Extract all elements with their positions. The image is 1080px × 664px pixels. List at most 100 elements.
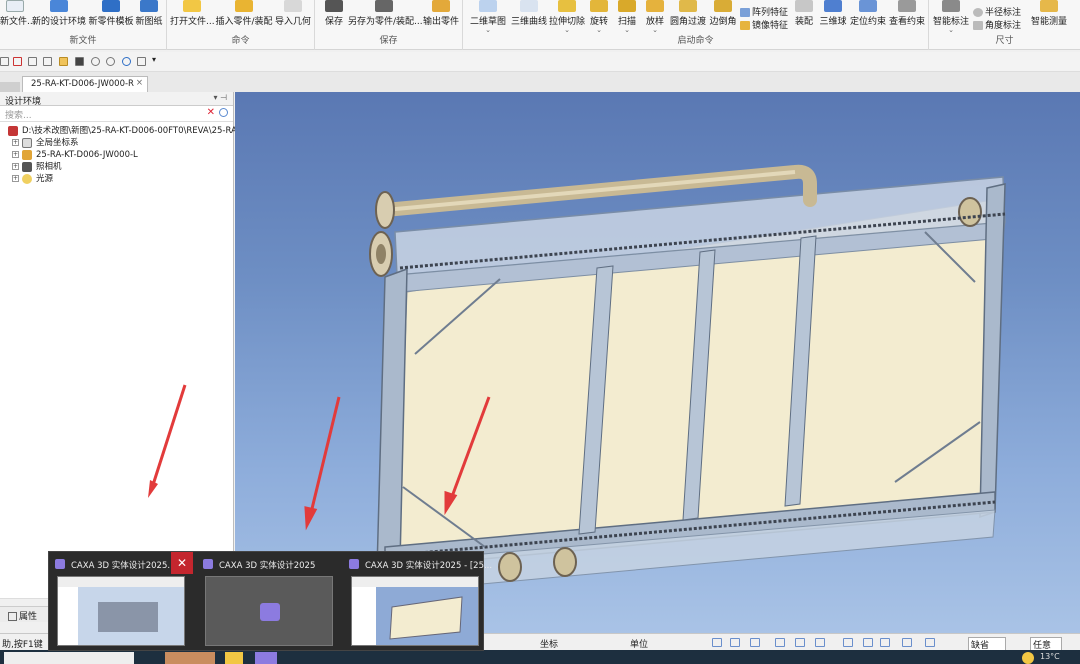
undo-icon[interactable] bbox=[91, 57, 100, 66]
group-label: 启动命令 bbox=[677, 36, 714, 46]
mirror-feature-button[interactable]: 镜像特征 bbox=[740, 18, 788, 31]
assembly-icon bbox=[22, 150, 32, 160]
insert-part-button[interactable]: 插入零件/装配 bbox=[214, 0, 274, 34]
position-constraint-button[interactable]: 定位约束 bbox=[849, 0, 887, 34]
extrude-icon bbox=[558, 0, 576, 12]
open-icon[interactable] bbox=[59, 57, 68, 66]
taskbar-thumbnails: CAXA 3D 实体设计2025... ✕ CAXA 3D 实体设计2025 C… bbox=[48, 551, 492, 652]
tree-item-assembly[interactable]: +25-RA-KT-D006-JW000-L bbox=[0, 149, 233, 161]
redo-icon[interactable] bbox=[106, 57, 115, 66]
curve-3d-button[interactable]: 三维曲线 bbox=[509, 0, 549, 34]
document-tab[interactable]: 25-RA-KT-D006-JW000-R × bbox=[22, 76, 148, 92]
import-geometry-icon bbox=[284, 0, 302, 12]
view-constraint-button[interactable]: 查看约束 bbox=[887, 0, 927, 34]
tree-item-light[interactable]: + 光源 bbox=[0, 173, 233, 185]
appearance-icon[interactable] bbox=[863, 638, 873, 647]
group-command: 打开文件... 插入零件/装配 导入几何 命令 bbox=[167, 0, 315, 50]
globe-icon[interactable] bbox=[122, 57, 131, 66]
constraint-icon bbox=[859, 0, 877, 12]
group-label: 新文件 bbox=[69, 36, 97, 46]
angle-dimension-button[interactable]: 角度标注 bbox=[973, 18, 1021, 31]
caxa-taskbar-icon[interactable] bbox=[255, 652, 277, 664]
bottom-nozzle-1 bbox=[498, 552, 522, 582]
ball-3d-button[interactable]: 三维球 bbox=[818, 0, 848, 34]
coord-system-icon[interactable] bbox=[775, 638, 785, 647]
display-mode-icon[interactable] bbox=[815, 638, 825, 647]
taskbar-search[interactable] bbox=[4, 652, 134, 664]
curve-icon bbox=[520, 0, 538, 12]
open-file-button[interactable]: 打开文件... bbox=[170, 0, 215, 34]
design-tree-panel: 设计环境 ▾ ⊣ 搜索... ✕ D:\技术改图\新图\25-RA-KT-D006-… bbox=[0, 92, 237, 622]
chamfer-icon bbox=[714, 0, 732, 12]
new-drawing-button[interactable]: 新图纸 bbox=[134, 0, 164, 34]
save-as-button[interactable]: 另存为零件/装配... bbox=[348, 0, 423, 34]
chamfer-button[interactable]: 边倒角 bbox=[709, 0, 737, 34]
sketch-2d-button[interactable]: 二维草图 ⌄ bbox=[467, 0, 509, 34]
new-design-env-button[interactable]: 新的设计环境 bbox=[30, 0, 88, 34]
taskbar-widget[interactable] bbox=[165, 652, 215, 664]
sweep-button[interactable]: 扫描 ⌄ bbox=[615, 0, 639, 34]
unit-label[interactable]: 单位 bbox=[630, 637, 648, 650]
fillet-icon bbox=[679, 0, 697, 12]
zoom-icon[interactable] bbox=[712, 638, 722, 647]
section-icon[interactable] bbox=[843, 638, 853, 647]
group-start-command: 二维草图 ⌄ 三维曲线 拉伸切除 ⌄ 旋转 ⌄ 扫描 ⌄ 放样 ⌄ 圆角过渡 边倒角 阵列… bbox=[463, 0, 929, 50]
loft-button[interactable]: 放样 ⌄ bbox=[643, 0, 667, 34]
new-part-template-button[interactable]: 新零件模板 bbox=[88, 0, 134, 34]
revolve-button[interactable]: 旋转 ⌄ bbox=[587, 0, 611, 34]
assembly-icon bbox=[795, 0, 813, 12]
clear-search-icon[interactable]: ✕ bbox=[207, 107, 215, 118]
new-file-button[interactable]: 新文件... bbox=[0, 0, 36, 34]
tree-item-root[interactable]: D:\技术改图\新图\25-RA-KT-D006-00FT0\REVA\25-R… bbox=[0, 125, 237, 137]
import-geometry-button[interactable]: 导入几何 bbox=[274, 0, 312, 34]
new-design-icon[interactable] bbox=[13, 57, 22, 66]
folder-icon[interactable] bbox=[225, 652, 243, 664]
thumbnail-window-2[interactable]: CAXA 3D 实体设计2025 bbox=[197, 552, 341, 652]
pattern-feature-button[interactable]: 阵列特征 bbox=[740, 5, 788, 18]
save-as-icon bbox=[375, 0, 393, 12]
zoom-window-icon[interactable] bbox=[730, 638, 740, 647]
light-icon bbox=[22, 174, 32, 184]
extrude-cut-button[interactable]: 拉伸切除 ⌄ bbox=[549, 0, 585, 34]
selection-icon[interactable] bbox=[925, 638, 935, 647]
thumbnail-window-1[interactable]: CAXA 3D 实体设计2025... ✕ bbox=[49, 552, 193, 652]
customize-icon[interactable]: ▾ bbox=[152, 55, 161, 64]
render-icon[interactable] bbox=[795, 638, 805, 647]
tree-item-global-coord[interactable]: + 全局坐标系 bbox=[0, 137, 233, 149]
radius-dimension-button[interactable]: 半径标注 bbox=[973, 5, 1021, 18]
smart-dimension-button[interactable]: 智能标注 ⌄ bbox=[932, 0, 970, 34]
new-icon[interactable] bbox=[0, 57, 9, 66]
save-quick-icon[interactable] bbox=[75, 57, 84, 66]
tree-item-camera[interactable]: + 照相机 bbox=[0, 161, 233, 173]
expand-icon[interactable]: + bbox=[12, 175, 19, 182]
thumbnail-window-3[interactable]: CAXA 3D 实体设计2025 - [25... bbox=[343, 552, 492, 652]
thumbnail-preview bbox=[205, 576, 333, 646]
revolve-icon bbox=[590, 0, 608, 12]
close-tab-icon[interactable]: × bbox=[136, 78, 143, 88]
settings-icon[interactable] bbox=[137, 57, 146, 66]
expand-icon[interactable]: + bbox=[12, 139, 19, 146]
view-orient-icon[interactable] bbox=[750, 638, 760, 647]
search-icon[interactable] bbox=[219, 108, 228, 117]
temperature: 13°C bbox=[1040, 652, 1060, 661]
close-icon[interactable]: ✕ bbox=[171, 552, 193, 574]
assembly-button[interactable]: 装配 bbox=[793, 0, 815, 34]
right-nozzle bbox=[958, 197, 982, 227]
radius-icon bbox=[973, 8, 983, 17]
angle-icon bbox=[973, 21, 983, 30]
export-part-button[interactable]: 输出零件 bbox=[421, 0, 461, 34]
fillet-button[interactable]: 圆角过渡 bbox=[669, 0, 707, 34]
drawing-quick-icon[interactable] bbox=[43, 57, 52, 66]
tree-search-input[interactable]: 搜索... ✕ bbox=[0, 106, 233, 122]
box-view-icon[interactable] bbox=[902, 638, 912, 647]
expand-icon[interactable]: + bbox=[12, 151, 19, 158]
template-icon[interactable] bbox=[28, 57, 37, 66]
smart-measure-button[interactable]: 智能测量 bbox=[1029, 0, 1069, 34]
save-button[interactable]: 保存 bbox=[321, 0, 347, 34]
properties-icon bbox=[8, 612, 17, 621]
pin-icon[interactable]: ▾ ⊣ bbox=[213, 93, 227, 102]
expand-icon[interactable]: + bbox=[12, 163, 19, 170]
layer-icon[interactable] bbox=[880, 638, 890, 647]
caxa-icon bbox=[349, 559, 359, 569]
tab-properties[interactable]: 属性 bbox=[8, 609, 37, 622]
